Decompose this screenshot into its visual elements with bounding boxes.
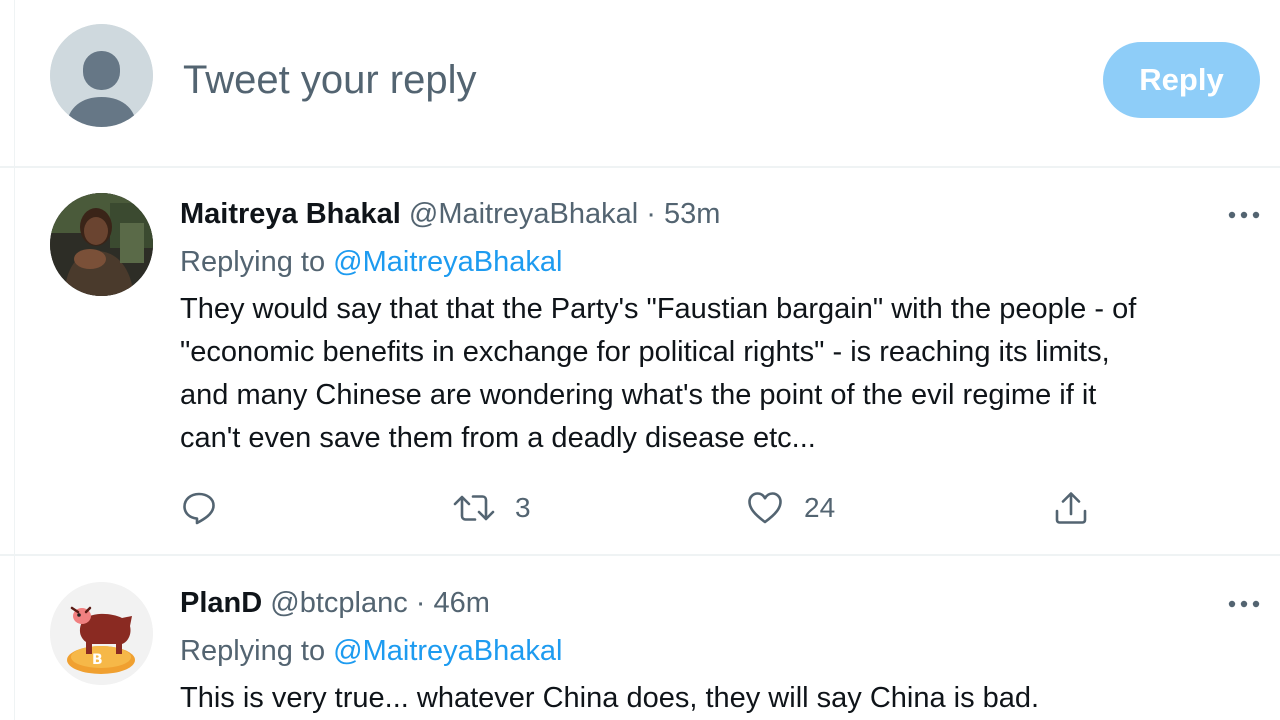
compose-reply: Tweet your reply Reply [0, 0, 1280, 168]
tweet[interactable]: Maitreya Bhakal @MaitreyaBhakal · 53m Re… [0, 168, 1280, 556]
replying-prefix: Replying to [180, 635, 326, 667]
tweet[interactable]: B PlanD @btcplanc · 46m Replying to @Mai… [0, 556, 1280, 720]
replying-to: Replying to @MaitreyaBhakal [180, 244, 562, 280]
tweet-text-line: This is very true... whatever China does… [180, 682, 1040, 714]
default-user-icon [50, 24, 153, 127]
more-options-icon[interactable] [1224, 200, 1264, 230]
tweet-text-line: can't even save them from a deadly disea… [180, 422, 816, 454]
user-handle[interactable]: @btcplanc [270, 587, 407, 619]
reply-button[interactable]: Reply [1103, 42, 1260, 118]
separator-dot: · [646, 198, 656, 230]
tweet-header: Maitreya Bhakal @MaitreyaBhakal · 53m [180, 196, 720, 232]
display-name[interactable]: PlanD [180, 587, 262, 619]
avatar[interactable] [50, 193, 153, 296]
retweet-icon [453, 489, 495, 527]
tweet-actions: 3 24 [0, 486, 1280, 530]
tweet-text-line: and many Chinese are wondering what's th… [180, 379, 1097, 411]
like-count: 24 [804, 492, 836, 523]
tweet-header: PlanD @btcplanc · 46m [180, 585, 490, 621]
more-options-icon[interactable] [1224, 589, 1264, 619]
user-handle[interactable]: @MaitreyaBhakal [409, 198, 638, 230]
tweet-text-line: They would say that that the Party's "Fa… [180, 293, 1137, 325]
reply-thread-page: Tweet your reply Reply Maitreya Bhakal @… [0, 0, 1280, 720]
tweet-text: They would say that that the Party's "Fa… [180, 288, 1270, 460]
reply-input[interactable]: Tweet your reply [183, 56, 476, 104]
replying-mention-link[interactable]: @MaitreyaBhakal [333, 246, 562, 278]
retweet-count: 3 [515, 492, 531, 523]
tweet-text-line: "economic benefits in exchange for polit… [180, 336, 1110, 368]
share-icon [1052, 489, 1090, 527]
svg-text:B: B [92, 652, 103, 668]
replying-mention-link[interactable]: @MaitreyaBhakal [333, 635, 562, 667]
retweet-action[interactable]: 3 [453, 486, 531, 530]
replying-to: Replying to @MaitreyaBhakal [180, 633, 562, 669]
tweet-text: This is very true... whatever China does… [180, 677, 1270, 720]
reply-icon [180, 489, 218, 527]
reply-action[interactable] [180, 486, 218, 530]
separator-dot: · [415, 587, 426, 619]
like-action[interactable]: 24 [746, 486, 835, 530]
heart-icon [746, 489, 784, 527]
timestamp[interactable]: 53m [664, 198, 720, 230]
share-action[interactable] [1052, 486, 1090, 530]
avatar[interactable]: B [50, 582, 153, 685]
display-name[interactable]: Maitreya Bhakal [180, 198, 401, 230]
timestamp[interactable]: 46m [434, 587, 490, 619]
replying-prefix: Replying to [180, 246, 326, 278]
